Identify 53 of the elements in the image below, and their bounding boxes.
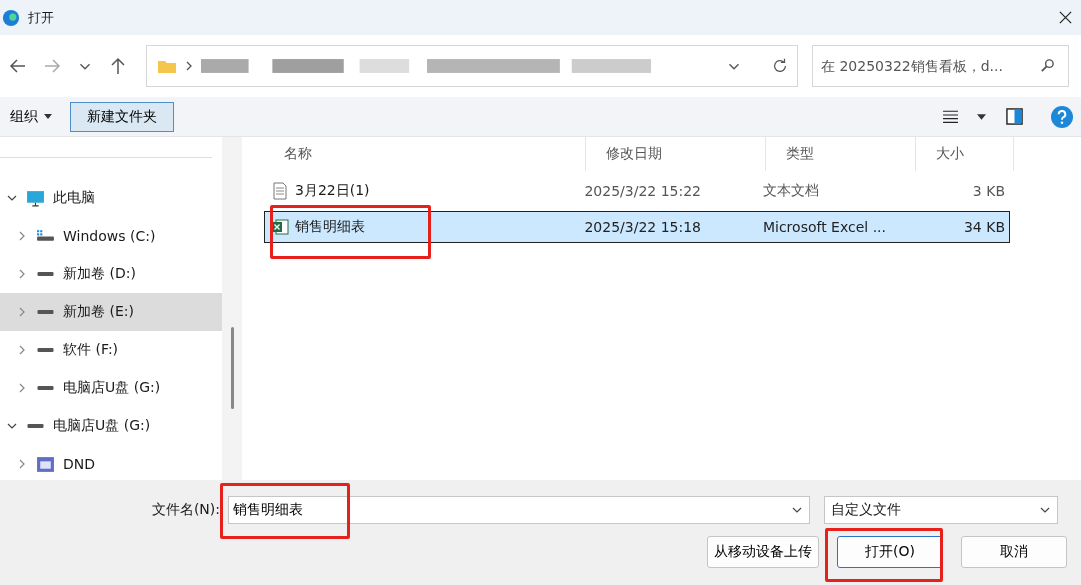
tree-item[interactable]: 软件 (F:) [0,331,222,369]
new-folder-button[interactable]: 新建文件夹 [70,101,174,132]
preview-pane-icon[interactable] [1006,108,1023,125]
tree-item[interactable]: 新加卷 (E:) [0,293,222,331]
filename-field[interactable]: 销售明细表 [228,496,810,524]
column-header[interactable]: 修改日期 [586,137,766,171]
file-type: Microsoft Excel ... [762,219,887,235]
caret-icon [44,114,52,119]
file-name: 销售明细表 [295,218,365,236]
file-date: 2025/3/22 15:18 [584,219,702,235]
app-window-icon [36,455,55,473]
drive-icon [36,271,55,277]
file-size: 34 KB [962,219,1006,235]
file-row[interactable]: 3月22日(1) 2025/3/22 15:22 文本文档 3 KB [264,175,1010,207]
tree-item[interactable]: 此电脑 [0,179,222,217]
dialog-button[interactable]: 打开(O) [837,536,943,568]
chevron-right-icon [185,60,193,72]
view-menu-icon[interactable] [942,108,959,125]
filename-label: 文件名(N): [150,501,221,519]
search-icon [1040,58,1055,73]
scrollbar-thumb[interactable] [231,327,234,409]
file-type: 文本文档 [762,182,820,200]
file-name: 3月22日(1) [295,182,370,200]
column-header[interactable]: 类型 [766,137,916,171]
drive-icon [36,309,55,315]
tree-item[interactable]: 电脑店U盘 (G:) [0,369,222,407]
window-title: 打开 [28,8,54,27]
tree-item[interactable]: Windows (C:) [0,217,222,255]
file-row[interactable]: 销售明细表 2025/3/22 15:18 Microsoft Excel ... 34 KB [264,211,1010,243]
dialog-button[interactable]: 取消 [961,536,1067,568]
file-size: 3 KB [971,183,1006,199]
caret-icon[interactable] [977,113,986,120]
column-header[interactable]: 大小 [916,137,1014,171]
drive-icon [36,347,55,353]
close-icon[interactable] [1058,10,1073,25]
text-file-icon [271,182,289,200]
help-icon[interactable] [1051,105,1073,128]
refresh-icon[interactable] [771,57,789,75]
folder-icon [157,58,177,74]
monitor-icon [26,189,45,207]
tree-item[interactable]: 新加卷 (D:) [0,255,222,293]
file-date: 2025/3/22 15:22 [584,183,702,199]
organize-button[interactable]: 组织 [4,103,58,130]
tree-item[interactable]: 电脑店U盘 (G:) [0,407,222,445]
drive-icon [26,423,45,429]
drive-icon [36,385,55,391]
browser-logo-icon [2,8,20,27]
file-type-dropdown[interactable]: 自定义文件 [824,496,1058,524]
column-header[interactable]: 名称 [264,137,586,171]
search-field[interactable]: 在 20250322销售看板，d... [812,45,1069,87]
spreadsheet-file-icon [271,218,289,236]
tree-item[interactable]: DND [0,445,222,480]
dialog-button[interactable]: 从移动设备上传 [707,536,819,568]
